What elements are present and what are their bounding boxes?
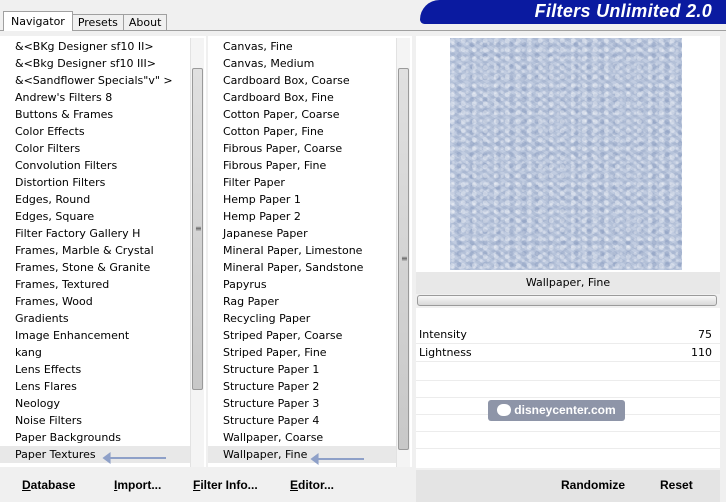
category-item[interactable]: Buttons & Frames — [0, 106, 190, 123]
filter-items: Canvas, Fine Canvas, Medium Cardboard Box,… — [208, 38, 396, 463]
filter-item[interactable]: Rag Paper — [208, 293, 396, 310]
button-label: mport... — [117, 478, 162, 492]
filter-item[interactable]: Filter Paper — [208, 174, 396, 191]
category-item[interactable]: Frames, Stone & Granite — [0, 259, 190, 276]
category-item[interactable]: Neology — [0, 395, 190, 412]
parameter-panel: Intensity 75 Lightness 110 — [416, 308, 720, 468]
category-item[interactable]: &<BKg Designer sf10 II> — [0, 38, 190, 55]
filter-item[interactable]: Wallpaper, Coarse — [208, 429, 396, 446]
param-label: Lightness — [419, 346, 472, 359]
pointer-arrow-icon — [312, 458, 364, 460]
filter-list[interactable]: Canvas, Fine Canvas, Medium Cardboard Box,… — [208, 36, 412, 467]
category-item[interactable]: Andrew's Filters 8 — [0, 89, 190, 106]
category-item[interactable]: Frames, Textured — [0, 276, 190, 293]
category-item[interactable]: Color Effects — [0, 123, 190, 140]
param-label: Intensity — [419, 328, 467, 341]
param-row-empty — [416, 380, 720, 381]
filter-item[interactable]: Mineral Paper, Sandstone — [208, 259, 396, 276]
category-item[interactable]: Convolution Filters — [0, 157, 190, 174]
filter-item[interactable]: Wallpaper, Fine — [208, 446, 396, 463]
category-item[interactable]: &<Bkg Designer sf10 III> — [0, 55, 190, 72]
category-item[interactable]: Distortion Filters — [0, 174, 190, 191]
filter-item[interactable]: Cardboard Box, Coarse — [208, 72, 396, 89]
tab-about[interactable]: About — [122, 14, 168, 31]
category-item[interactable]: Gradients — [0, 310, 190, 327]
filter-item[interactable]: Structure Paper 4 — [208, 412, 396, 429]
preview-image — [450, 38, 682, 270]
filter-item[interactable]: Papyrus — [208, 276, 396, 293]
progress-bar — [417, 295, 717, 306]
category-scrollbar[interactable]: ≡ — [190, 38, 204, 467]
category-item[interactable]: Paper Backgrounds — [0, 429, 190, 446]
watermark-text: disneycenter.com — [514, 403, 616, 417]
grip-icon: ≡ — [195, 224, 202, 233]
category-list[interactable]: &<BKg Designer sf10 II> &<Bkg Designer sf… — [0, 36, 206, 467]
filter-item[interactable]: Hemp Paper 2 — [208, 208, 396, 225]
category-item[interactable]: Frames, Wood — [0, 293, 190, 310]
filter-item[interactable]: Structure Paper 1 — [208, 361, 396, 378]
filter-item[interactable]: Fibrous Paper, Coarse — [208, 140, 396, 157]
param-row-intensity[interactable]: Intensity 75 — [416, 326, 720, 344]
param-row-empty — [416, 431, 720, 432]
filter-item[interactable]: Striped Paper, Coarse — [208, 327, 396, 344]
category-item[interactable]: Lens Effects — [0, 361, 190, 378]
watermark: disneycenter.com — [488, 400, 625, 421]
param-row-lightness[interactable]: Lightness 110 — [416, 344, 720, 362]
tab-divider — [0, 30, 726, 31]
category-item[interactable]: kang — [0, 344, 190, 361]
filter-item[interactable]: Hemp Paper 1 — [208, 191, 396, 208]
category-item[interactable]: Lens Flares — [0, 378, 190, 395]
filter-info-button[interactable]: Filter Info... — [193, 478, 258, 492]
category-item[interactable]: Edges, Round — [0, 191, 190, 208]
grip-icon: ≡ — [401, 254, 408, 263]
database-button[interactable]: Database — [22, 478, 75, 492]
filter-item[interactable]: Canvas, Fine — [208, 38, 396, 55]
category-item[interactable]: Filter Factory Gallery H — [0, 225, 190, 242]
filter-item[interactable]: Fibrous Paper, Fine — [208, 157, 396, 174]
editor-button[interactable]: Editor... — [290, 478, 334, 492]
category-item[interactable]: Paper Textures — [0, 446, 190, 463]
button-label: ditor... — [298, 478, 335, 492]
tab-strip: Navigator Presets About — [3, 11, 168, 31]
filter-scroll-thumb[interactable]: ≡ — [398, 68, 409, 450]
randomize-button[interactable]: Randomize — [561, 478, 625, 492]
param-row-empty — [416, 448, 720, 449]
reset-button[interactable]: Reset — [660, 478, 693, 492]
tab-navigator[interactable]: Navigator — [3, 11, 73, 31]
filter-item[interactable]: Recycling Paper — [208, 310, 396, 327]
category-item[interactable]: Color Filters — [0, 140, 190, 157]
category-item[interactable]: Noise Filters — [0, 412, 190, 429]
category-items: &<BKg Designer sf10 II> &<Bkg Designer sf… — [0, 38, 190, 463]
category-item[interactable]: &<Sandflower Specials"v" > — [0, 72, 190, 89]
filter-item[interactable]: Cotton Paper, Coarse — [208, 106, 396, 123]
button-label: atabase — [30, 478, 76, 492]
brand-title: Filters Unlimited 2.0 — [534, 1, 712, 21]
button-mnemonic: E — [290, 478, 299, 492]
category-scroll-thumb[interactable]: ≡ — [192, 68, 203, 390]
button-label: ilter Info... — [200, 478, 258, 492]
filter-item[interactable]: Mineral Paper, Limestone — [208, 242, 396, 259]
filter-item[interactable]: Cotton Paper, Fine — [208, 123, 396, 140]
preview-filter-name: Wallpaper, Fine — [416, 272, 720, 294]
filter-item[interactable]: Structure Paper 2 — [208, 378, 396, 395]
import-button[interactable]: Import... — [114, 478, 161, 492]
filter-item[interactable]: Canvas, Medium — [208, 55, 396, 72]
mickey-logo-icon — [497, 404, 512, 416]
preview-area — [416, 36, 720, 272]
filter-item[interactable]: Japanese Paper — [208, 225, 396, 242]
category-item[interactable]: Image Enhancement — [0, 327, 190, 344]
param-value: 110 — [691, 346, 712, 359]
param-value: 75 — [698, 328, 712, 341]
brand-banner: Filters Unlimited 2.0 — [420, 0, 726, 24]
pointer-arrow-icon — [104, 457, 166, 459]
filter-item[interactable]: Structure Paper 3 — [208, 395, 396, 412]
filter-item[interactable]: Striped Paper, Fine — [208, 344, 396, 361]
param-row-empty — [416, 397, 720, 398]
category-item[interactable]: Edges, Square — [0, 208, 190, 225]
button-mnemonic: D — [22, 478, 31, 492]
filter-scrollbar[interactable]: ≡ — [396, 38, 410, 467]
tab-presets[interactable]: Presets — [71, 14, 124, 31]
category-item[interactable]: Frames, Marble & Crystal — [0, 242, 190, 259]
filter-item[interactable]: Cardboard Box, Fine — [208, 89, 396, 106]
